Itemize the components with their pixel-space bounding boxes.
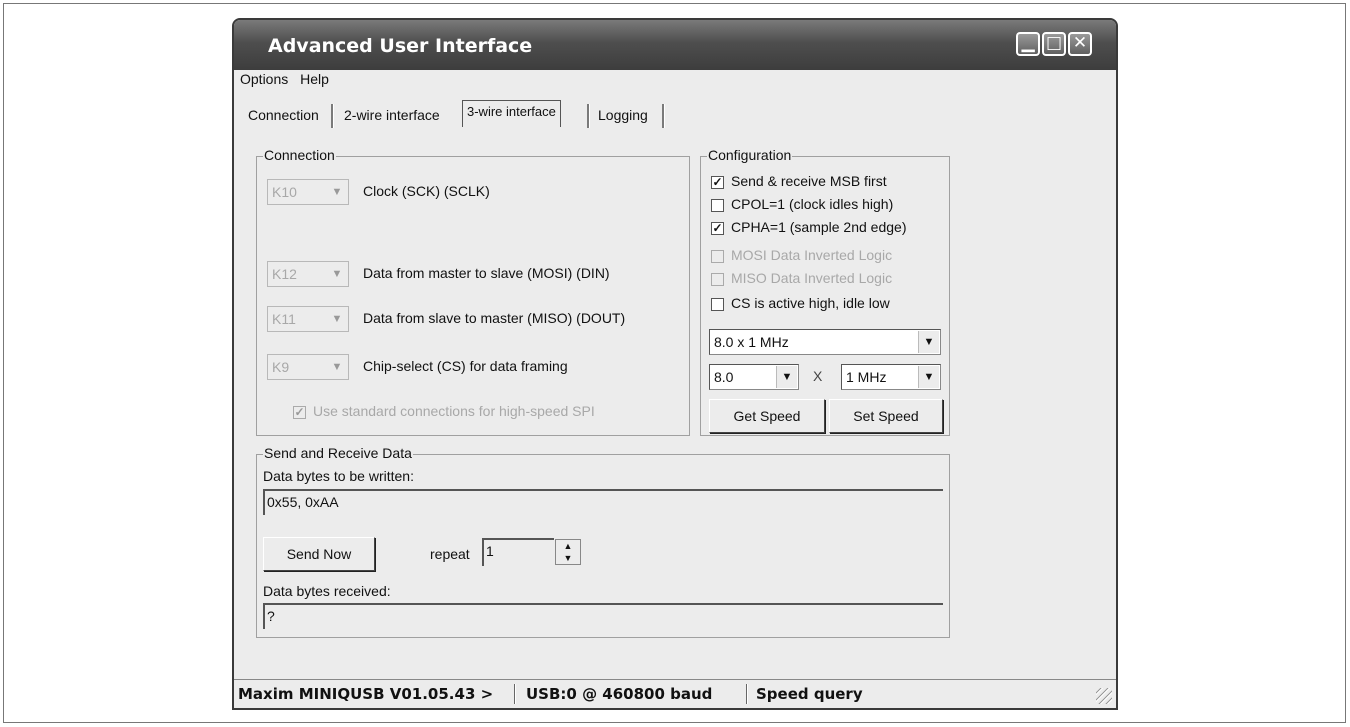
- connection-group: Connection K10 ▼ Clock (SCK) (SCLK) K12 …: [256, 147, 690, 436]
- cpol-checkbox[interactable]: [711, 199, 724, 212]
- cpha-label: CPHA=1 (sample 2nd edge): [731, 219, 907, 235]
- mosi-label: Data from master to slave (MOSI) (DIN): [363, 265, 610, 281]
- mosi-inverted-checkbox[interactable]: [711, 250, 724, 263]
- chevron-down-icon: ▼: [327, 263, 347, 285]
- maximize-button[interactable]: □: [1042, 32, 1066, 56]
- clock-pin-select[interactable]: K10 ▼: [267, 179, 349, 205]
- cs-label: Chip-select (CS) for data framing: [363, 358, 568, 374]
- miso-pin-select[interactable]: K11 ▼: [267, 306, 349, 332]
- multiplier-select[interactable]: 8.0 ▼: [709, 364, 799, 390]
- title-bar[interactable]: Advanced User Interface ▁ □ ✕: [234, 20, 1116, 70]
- status-separator: [746, 684, 748, 704]
- received-output: ?: [263, 603, 943, 629]
- mosi-pin-value: K12: [272, 266, 297, 282]
- miso-inverted-label: MISO Data Inverted Logic: [731, 270, 893, 286]
- status-bar: Maxim MINIQUSB V01.05.43 > USB:0 @ 46080…: [234, 679, 1116, 708]
- cs-active-high-label: CS is active high, idle low: [731, 295, 890, 311]
- chevron-down-icon: ▼: [327, 308, 347, 330]
- send-now-button[interactable]: Send Now: [263, 537, 375, 571]
- status-message: Speed query: [756, 685, 863, 703]
- maximize-icon: □: [1045, 33, 1063, 53]
- menu-options[interactable]: Options: [240, 71, 288, 87]
- cs-pin-value: K9: [272, 359, 290, 375]
- close-icon: ✕: [1072, 33, 1088, 53]
- chevron-down-icon: ▼: [776, 366, 797, 388]
- times-label: X: [813, 368, 823, 384]
- tab-connection[interactable]: Connection: [244, 103, 323, 127]
- repeat-spinner[interactable]: ▲ ▼: [555, 539, 581, 565]
- tab-separator: [662, 104, 665, 128]
- spinner-up-icon[interactable]: ▲: [556, 540, 580, 552]
- spinner-down-icon[interactable]: ▼: [556, 552, 580, 564]
- written-input[interactable]: 0x55, 0xAA: [263, 489, 943, 515]
- tab-separator: [331, 104, 334, 128]
- configuration-group-label: Configuration: [707, 147, 793, 163]
- tab-separator: [587, 104, 590, 128]
- send-receive-group-label: Send and Receive Data: [263, 445, 413, 461]
- received-label: Data bytes received:: [263, 583, 391, 599]
- app-window: Advanced User Interface ▁ □ ✕ Options He…: [232, 18, 1118, 710]
- tab-2-wire-interface[interactable]: 2-wire interface: [340, 103, 444, 127]
- clock-pin-value: K10: [272, 184, 297, 200]
- close-button[interactable]: ✕: [1068, 32, 1092, 56]
- chevron-down-icon: ▼: [327, 356, 347, 378]
- standard-connections-label: Use standard connections for high-speed …: [313, 403, 595, 419]
- cs-active-high-checkbox[interactable]: [711, 298, 724, 311]
- tab-strip: Connection 2-wire interface 3-wire inter…: [234, 100, 1116, 129]
- status-separator: [514, 684, 516, 704]
- clock-label: Clock (SCK) (SCLK): [363, 183, 490, 199]
- mosi-inverted-label: MOSI Data Inverted Logic: [731, 247, 893, 263]
- minimize-icon: ▁: [1021, 33, 1035, 53]
- standard-connections-checkbox[interactable]: ✓: [293, 406, 306, 419]
- status-port: USB:0 @ 460800 baud: [526, 685, 713, 703]
- speed-select[interactable]: 8.0 x 1 MHz ▼: [709, 329, 941, 355]
- resize-grip-icon[interactable]: [1096, 688, 1112, 704]
- miso-inverted-checkbox[interactable]: [711, 273, 724, 286]
- menu-help[interactable]: Help: [300, 71, 329, 87]
- unit-select[interactable]: 1 MHz ▼: [841, 364, 941, 390]
- tab-3-wire-interface[interactable]: 3-wire interface: [462, 100, 561, 127]
- window-title: Advanced User Interface: [268, 35, 533, 57]
- speed-value: 8.0 x 1 MHz: [714, 334, 789, 350]
- msb-first-label: Send & receive MSB first: [731, 173, 887, 189]
- mosi-pin-select[interactable]: K12 ▼: [267, 261, 349, 287]
- miso-pin-value: K11: [272, 311, 296, 327]
- get-speed-button[interactable]: Get Speed: [709, 399, 825, 433]
- cpol-label: CPOL=1 (clock idles high): [731, 196, 894, 212]
- menu-bar: Options Help: [240, 71, 337, 93]
- chevron-down-icon: ▼: [918, 331, 939, 353]
- chevron-down-icon: ▼: [918, 366, 939, 388]
- set-speed-button[interactable]: Set Speed: [829, 399, 943, 433]
- send-receive-group: Send and Receive Data Data bytes to be w…: [256, 445, 950, 638]
- cs-pin-select[interactable]: K9 ▼: [267, 354, 349, 380]
- chevron-down-icon: ▼: [327, 181, 347, 203]
- miso-label: Data from slave to master (MISO) (DOUT): [363, 310, 626, 326]
- multiplier-value: 8.0: [714, 369, 734, 385]
- repeat-label: repeat: [430, 546, 470, 562]
- configuration-group: Configuration ✓ Send & receive MSB first…: [700, 147, 950, 436]
- cpha-checkbox[interactable]: ✓: [711, 222, 724, 235]
- connection-group-label: Connection: [263, 147, 336, 163]
- msb-first-checkbox[interactable]: ✓: [711, 176, 724, 189]
- tab-logging[interactable]: Logging: [594, 103, 652, 127]
- status-device: Maxim MINIQUSB V01.05.43 >: [238, 685, 494, 703]
- minimize-button[interactable]: ▁: [1016, 32, 1040, 56]
- repeat-input[interactable]: 1: [482, 538, 554, 566]
- written-label: Data bytes to be written:: [263, 468, 414, 484]
- unit-value: 1 MHz: [846, 369, 887, 385]
